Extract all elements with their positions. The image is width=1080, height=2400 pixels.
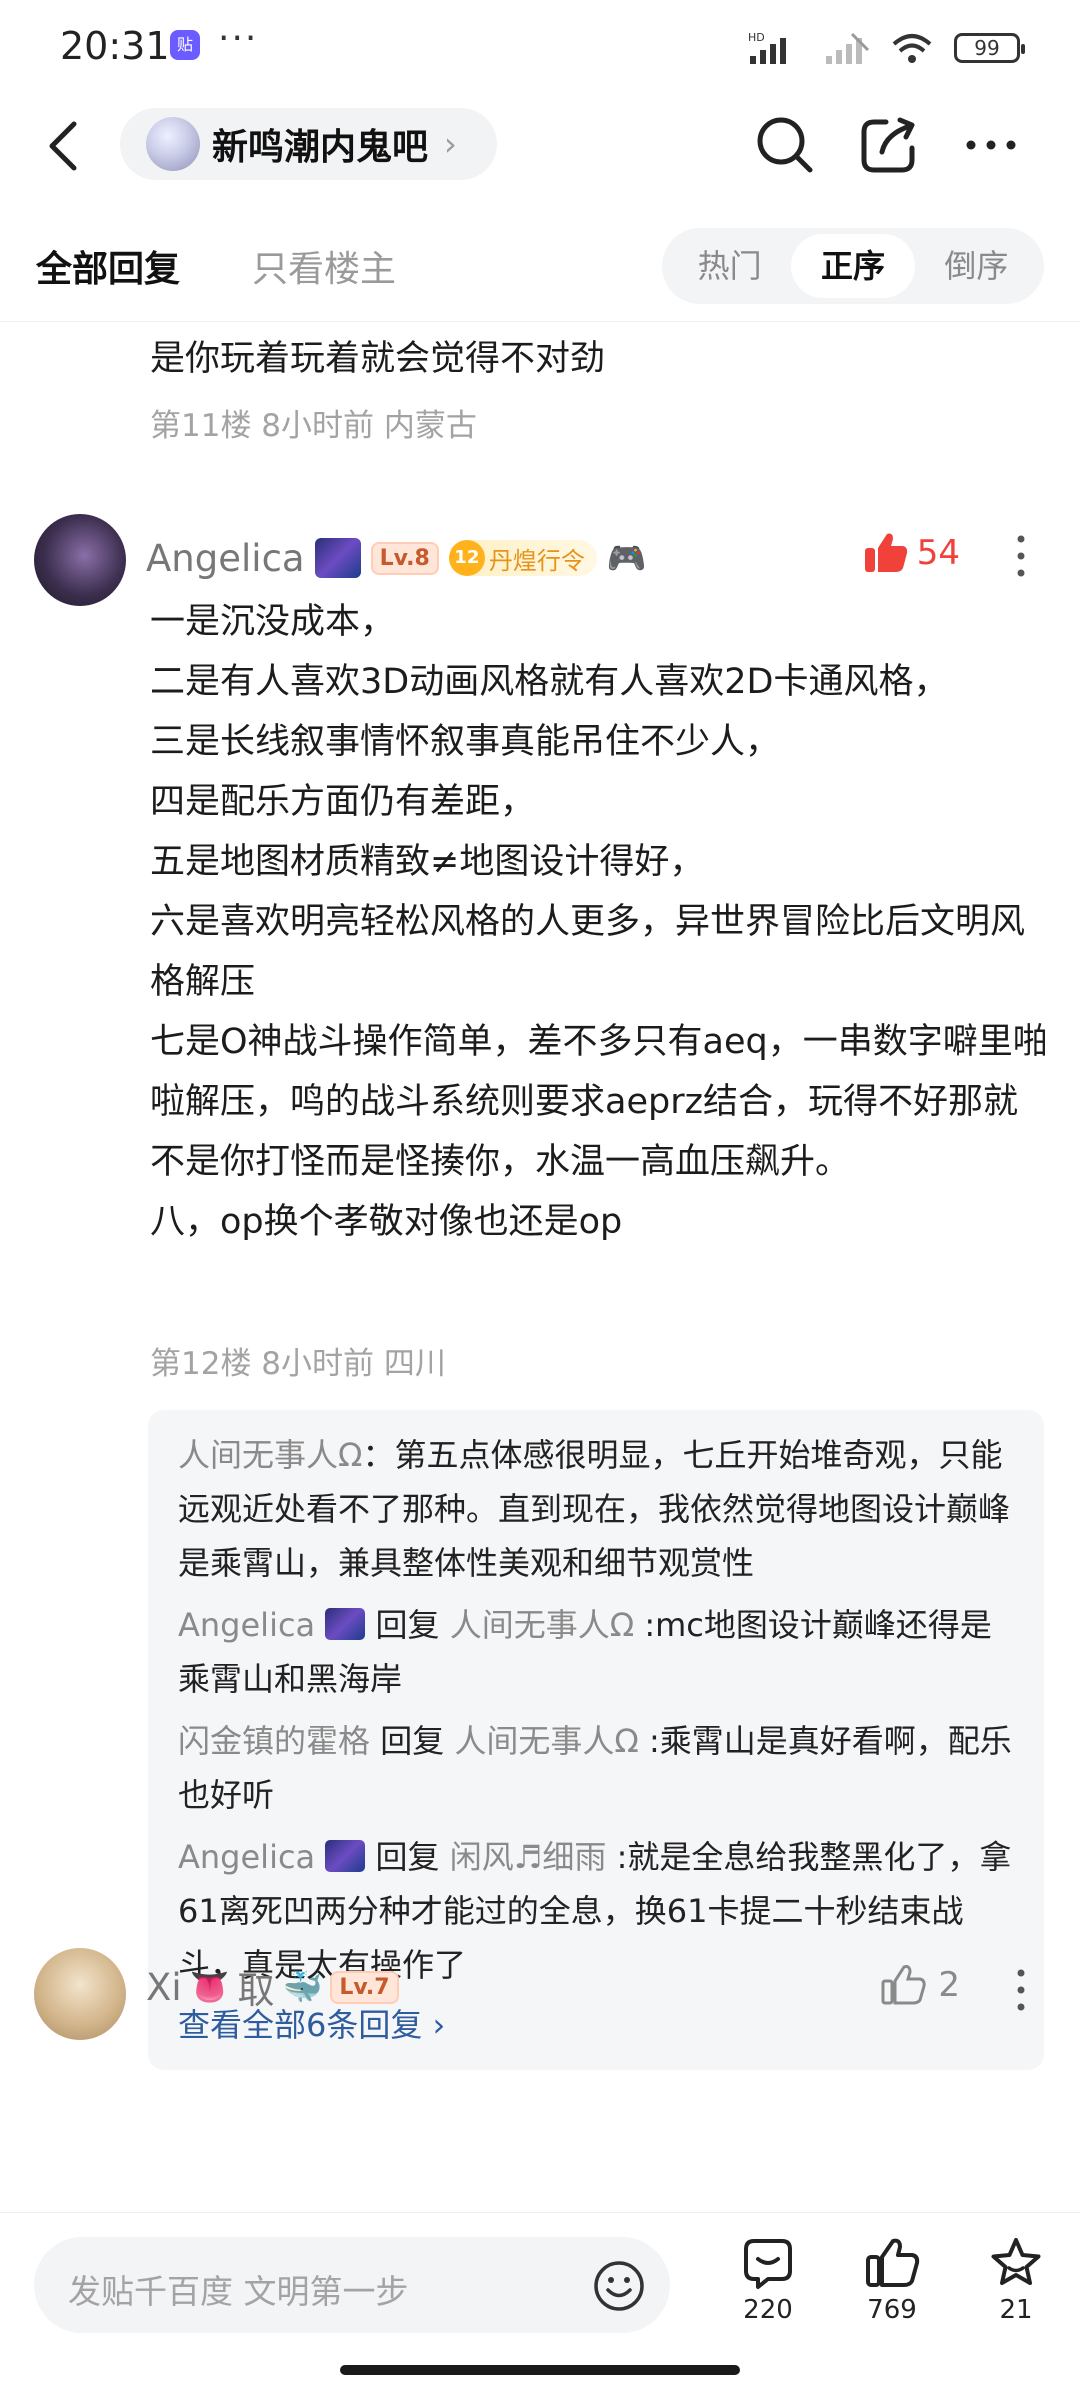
bottom-action-bar: 发贴千百度 文明第一步 220 769 21: [0, 2212, 1080, 2400]
post-line: 四是配乐方面仍有差距，: [150, 782, 536, 822]
comment-icon: [744, 2239, 792, 2289]
post-header: Xi 👅 取 🐳 Lv.7: [146, 1960, 399, 2014]
share-icon[interactable]: [856, 112, 922, 178]
reply-author[interactable]: 人间无事人Ω: [178, 1436, 362, 1474]
thumbs-up-outline-icon: [866, 2238, 920, 2287]
reply-author[interactable]: Angelica: [178, 1838, 315, 1876]
reply-target[interactable]: 人间无事人Ω: [454, 1722, 638, 1760]
status-bar: 20:31 贴 ··· HD 99: [0, 0, 1080, 96]
tab-op-only[interactable]: 只看楼主: [252, 240, 396, 292]
signal-weak-icon: [826, 32, 870, 64]
post-body: 一是沉没成本， 二是有人喜欢3D动画风格就有人喜欢2D卡通风格， 三是长线叙事情…: [150, 592, 1050, 1252]
reply-word: 回复: [375, 1606, 440, 1644]
back-arrow-icon[interactable]: [40, 118, 90, 174]
thumbs-up-icon: [864, 533, 907, 572]
galaxy-emoji-icon: [314, 538, 361, 578]
reply-target[interactable]: 闲风♬细雨: [450, 1838, 607, 1876]
username-mid[interactable]: 取: [237, 1960, 274, 2014]
favorite-count: 21: [999, 2295, 1033, 2325]
galaxy-emoji-icon: [325, 1608, 366, 1640]
svg-text:HD: HD: [748, 31, 765, 44]
filter-bar: 全部回复 只看楼主 热门 正序 倒序: [0, 222, 1080, 322]
post-header: Angelica Lv.8 12 丹煌行令 🎮: [146, 528, 647, 588]
sub-reply[interactable]: 闪金镇的霍格 回复 人间无事人Ω :乘霄山是真好看啊，配乐也好听: [178, 1714, 1014, 1822]
like-count: 2: [938, 1965, 960, 2005]
level-badge: Lv.8: [370, 541, 439, 575]
more-vertical-icon[interactable]: [1016, 534, 1026, 578]
medal-title: 丹煌行令: [488, 546, 585, 575]
like-thread-button[interactable]: 769: [842, 2235, 942, 2325]
username[interactable]: Angelica: [146, 537, 305, 580]
post-meta: 第12楼 8小时前 四川: [150, 1346, 446, 1382]
sub-reply[interactable]: Angelica 回复 人间无事人Ω :mc地图设计巅峰还得是乘霄山和黑海岸: [178, 1598, 1014, 1706]
more-vertical-icon[interactable]: [1016, 1968, 1026, 2012]
top-navigation: 新鸣潮内鬼吧 ›: [0, 100, 1080, 190]
reply-input[interactable]: 发贴千百度 文明第一步: [34, 2237, 670, 2333]
post-line: 三是长线叙事情怀叙事真能吊住不少人，: [150, 722, 781, 762]
post-line: 八，op换个孝敬对像也还是op: [150, 1202, 623, 1242]
reply-author[interactable]: 闪金镇的霍格: [178, 1722, 370, 1760]
wifi-icon: [892, 34, 932, 63]
thread-content[interactable]: 是你玩着玩着就会觉得不对劲 第11楼 8小时前 内蒙古 Angelica Lv.…: [0, 322, 1080, 2212]
like-button[interactable]: 2: [880, 1962, 960, 2008]
galaxy-emoji-icon: [325, 1840, 366, 1872]
prev-floor-meta: 第11楼 8小时前 内蒙古: [150, 408, 477, 444]
comment-count: 220: [743, 2295, 793, 2325]
reply-placeholder: 发贴千百度 文明第一步: [68, 2272, 409, 2311]
medal-number: 12: [448, 540, 485, 576]
emoji-smile-icon[interactable]: [592, 2259, 646, 2313]
reply-author[interactable]: Angelica: [178, 1606, 315, 1644]
post-line: 六是喜欢明亮轻松风格的人更多，异世界冒险比后文明风格解压: [150, 902, 1026, 1002]
star-outline-icon: [991, 2238, 1041, 2285]
status-time: 20:31: [60, 24, 170, 68]
sort-toggle: 热门 正序 倒序: [662, 228, 1044, 304]
next-floor-post: Xi 👅 取 🐳 Lv.7 2: [0, 1930, 1080, 2050]
signal-hd-icon: HD: [748, 31, 786, 64]
post-line: 五是地图材质精致≠地图设计得好，: [150, 842, 705, 882]
tab-all-replies[interactable]: 全部回复: [36, 240, 180, 292]
post-line: 二是有人喜欢3D动画风格就有人喜欢2D卡通风格，: [150, 662, 949, 702]
more-notifications-icon: ···: [218, 18, 259, 59]
post-line: 七是O神战斗操作简单，差不多只有aeq，一串数字噼里啪啦解压，鸣的战斗系统则要求…: [150, 1022, 1048, 1182]
search-icon[interactable]: [752, 112, 818, 178]
reply-target[interactable]: 人间无事人Ω: [450, 1606, 634, 1644]
chevron-right-icon: ›: [444, 125, 457, 163]
forum-entry-button[interactable]: 新鸣潮内鬼吧 ›: [120, 108, 497, 180]
forum-avatar: [146, 117, 200, 171]
gamepad-icon: 🎮: [606, 539, 647, 577]
level-badge: Lv.7: [330, 1970, 399, 2004]
sort-descending[interactable]: 倒序: [915, 234, 1038, 298]
post-line: 一是沉没成本，: [150, 602, 396, 642]
comment-button[interactable]: 220: [718, 2235, 818, 2325]
prev-floor-text: 是你玩着玩着就会觉得不对劲: [150, 339, 606, 379]
like-count: 54: [916, 533, 960, 573]
more-horizontal-icon[interactable]: [958, 112, 1024, 178]
like-count: 769: [867, 2295, 917, 2325]
battery-icon: 99: [954, 33, 1025, 63]
status-icons: HD 99: [748, 30, 1025, 66]
forum-name: 新鸣潮内鬼吧: [212, 127, 429, 168]
favorite-button[interactable]: 21: [966, 2235, 1066, 2325]
devil-emoji-icon: 👅: [189, 1968, 230, 2006]
sub-reply[interactable]: 人间无事人Ω：第五点体感很明显，七丘开始堆奇观，只能远观近处看不了那种。直到现在…: [178, 1428, 1014, 1590]
username-prefix[interactable]: Xi: [146, 1966, 182, 2009]
thumbs-up-outline-icon: [881, 1965, 927, 2005]
reply-word: 回复: [375, 1838, 440, 1876]
app-notification-icon: 贴: [170, 30, 200, 60]
whale-emoji-icon: 🐳: [282, 1968, 323, 2006]
medal-badge: 12 丹煌行令: [448, 540, 597, 576]
avatar[interactable]: [34, 514, 126, 606]
avatar[interactable]: [34, 1948, 126, 2040]
sort-ascending[interactable]: 正序: [791, 234, 915, 298]
like-button[interactable]: 54: [863, 530, 960, 576]
home-indicator[interactable]: [340, 2365, 740, 2375]
reply-word: 回复: [380, 1722, 445, 1760]
sort-hot[interactable]: 热门: [668, 234, 791, 298]
